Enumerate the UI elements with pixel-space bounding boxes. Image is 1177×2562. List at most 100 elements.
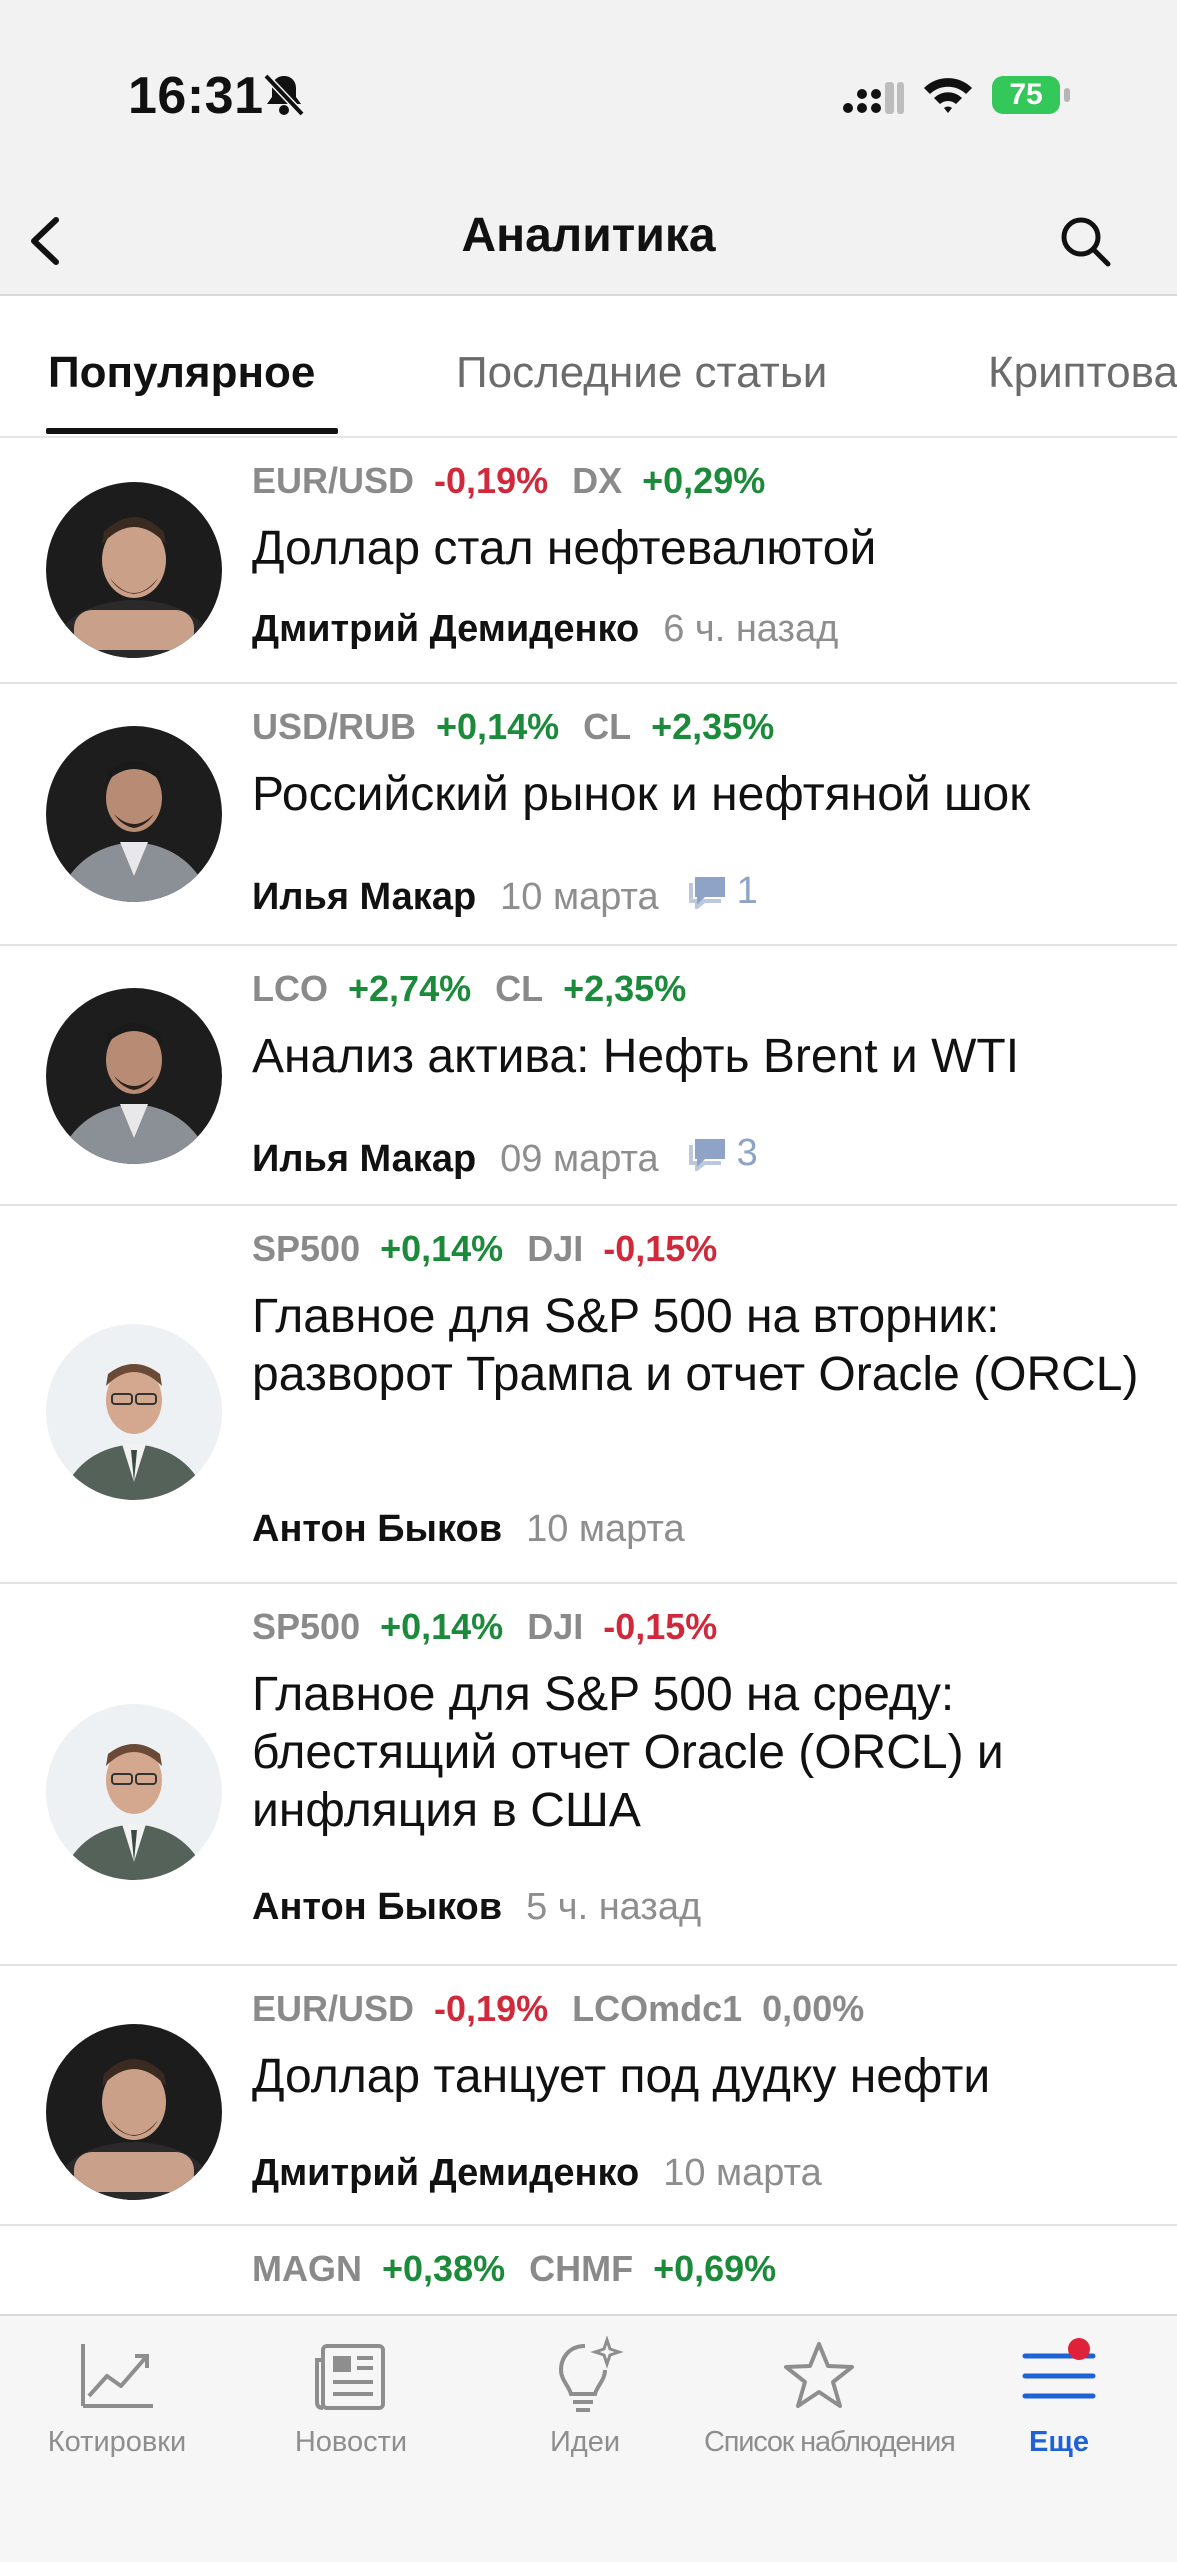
article-meta: Антон Быков 5 ч. назад: [252, 1886, 729, 1929]
article-item[interactable]: MAGN +0,38% CHMF +0,69%: [0, 2226, 1177, 2314]
article-meta: Дмитрий Демиденко 6 ч. назад: [252, 608, 866, 651]
article-title[interactable]: Главное для S&P 500 на среду: блестящий …: [252, 1666, 1152, 1840]
status-bar: 16:31 75: [0, 0, 1177, 190]
article-item[interactable]: EUR/USD -0,19% LCOmdc1 0,00% Доллар танцует…: [0, 1966, 1177, 2226]
ticker-symbol[interactable]: EUR/USD: [252, 1988, 414, 2029]
tabbar-item-ideas[interactable]: Идеи: [470, 2336, 700, 2459]
article-author[interactable]: Антон Быков: [252, 1508, 502, 1550]
category-tabs: Популярное Последние статьи Криптовалюты: [0, 296, 1177, 438]
ticker-symbol[interactable]: SP500: [252, 1606, 360, 1647]
ticker-symbol[interactable]: LCO: [252, 968, 328, 1009]
article-item[interactable]: LCO +2,74% CL +2,35% Анализ актива: Нефть B…: [0, 946, 1177, 1206]
chart-trend-icon: [81, 2344, 153, 2408]
ticker-change: +0,38%: [382, 2248, 506, 2289]
ticker-change: +0,14%: [436, 706, 560, 747]
article-title[interactable]: Главное для S&P 500 на вторник: разворот…: [252, 1288, 1152, 1404]
wifi-icon: [924, 78, 972, 113]
tab-popular[interactable]: Популярное: [48, 348, 315, 398]
ticker-change: +2,35%: [563, 968, 687, 1009]
article-date: 09 марта: [500, 1137, 659, 1180]
navigation-bar: Аналитика: [0, 190, 1177, 296]
author-avatar: [46, 1324, 222, 1500]
tabbar-label: Котировки: [47, 2426, 187, 2458]
ticker-row: SP500 +0,14% DJI -0,15%: [252, 1228, 741, 1270]
bell-muted-icon: [263, 73, 305, 117]
ticker-row: EUR/USD -0,19% LCOmdc1 0,00%: [252, 1988, 888, 2030]
tabbar-label: Идеи: [549, 2426, 621, 2458]
page-title: Аналитика: [461, 209, 716, 262]
article-title[interactable]: Российский рынок и нефтяной шок: [252, 766, 1152, 824]
ticker-symbol[interactable]: LCOmdc1: [572, 1988, 742, 2029]
ticker-row: MAGN +0,38% CHMF +0,69%: [252, 2248, 800, 2290]
article-author[interactable]: Илья Макар: [252, 1138, 476, 1180]
ticker-symbol[interactable]: SP500: [252, 1228, 360, 1269]
article-date: 10 марта: [500, 875, 659, 918]
tabbar-item-watchlist[interactable]: Список наблюдения: [704, 2336, 956, 2459]
article-title[interactable]: Анализ актива: Нефть Brent и WTI: [252, 1028, 1152, 1086]
ticker-symbol[interactable]: CL: [583, 706, 631, 747]
ticker-row: SP500 +0,14% DJI -0,15%: [252, 1606, 741, 1648]
status-time: 16:31: [128, 67, 264, 125]
tabbar-label: Список наблюдения: [704, 2426, 956, 2458]
ticker-row: EUR/USD -0,19% DX +0,29%: [252, 460, 789, 502]
comment-count-value: 3: [736, 1132, 758, 1174]
article-meta: Илья Макар 09 марта 3: [252, 1132, 758, 1181]
lightbulb-icon: [558, 2336, 624, 2412]
article-item[interactable]: USD/RUB +0,14% CL +2,35% Российский рынок и…: [0, 684, 1177, 946]
newspaper-icon: [315, 2344, 385, 2410]
article-date: 6 ч. назад: [663, 608, 839, 650]
article-item[interactable]: SP500 +0,14% DJI -0,15% Главное для S&P 500…: [0, 1584, 1177, 1966]
article-author[interactable]: Илья Макар: [252, 876, 476, 918]
ticker-change: +2,35%: [651, 706, 775, 747]
article-author[interactable]: Дмитрий Демиденко: [252, 2152, 639, 2194]
ticker-change: -0,19%: [434, 460, 549, 501]
article-author[interactable]: Антон Быков: [252, 1886, 502, 1928]
article-date: 10 марта: [663, 2152, 822, 2194]
author-avatar: [46, 482, 222, 658]
article-meta: Антон Быков 10 марта: [252, 1508, 713, 1551]
ticker-change: +0,69%: [653, 2248, 777, 2289]
tabbar-item-quotes[interactable]: Котировки: [2, 2336, 232, 2459]
comment-count[interactable]: 3: [687, 1132, 758, 1175]
comment-count[interactable]: 1: [687, 870, 758, 913]
article-item[interactable]: SP500 +0,14% DJI -0,15% Главное для S&P 500…: [0, 1206, 1177, 1584]
search-icon[interactable]: [1054, 206, 1116, 276]
bottom-tab-bar: Котировки Новости Идеи Список наблюдения: [0, 2314, 1177, 2562]
ticker-change: -0,15%: [603, 1606, 718, 1647]
ticker-symbol[interactable]: USD/RUB: [252, 706, 416, 747]
ticker-change: 0,00%: [762, 1988, 865, 2029]
ticker-change: +0,14%: [380, 1606, 504, 1647]
ticker-change: +0,14%: [380, 1228, 504, 1269]
comment-bubble-icon: [688, 1138, 725, 1171]
ticker-symbol[interactable]: DX: [572, 460, 622, 501]
article-item[interactable]: EUR/USD -0,19% DX +0,29% Доллар стал нефтев…: [0, 438, 1177, 684]
article-author[interactable]: Дмитрий Демиденко: [252, 608, 639, 650]
tabbar-label: Еще: [1029, 2426, 1089, 2458]
tabbar-item-news[interactable]: Новости: [236, 2336, 466, 2459]
ticker-symbol[interactable]: EUR/USD: [252, 460, 414, 501]
tab-latest-articles[interactable]: Последние статьи: [456, 348, 827, 398]
battery-level: 75: [992, 76, 1060, 114]
tabbar-item-more[interactable]: Еще: [944, 2336, 1174, 2459]
active-tab-indicator: [46, 428, 338, 434]
article-date: 5 ч. назад: [526, 1886, 702, 1928]
author-avatar: [46, 726, 222, 902]
author-avatar: [46, 2024, 222, 2200]
tabbar-label: Новости: [294, 2426, 408, 2458]
cellular-signal-icon: [843, 82, 904, 114]
author-avatar: [46, 1704, 222, 1880]
ticker-change: +2,74%: [348, 968, 472, 1009]
article-title[interactable]: Доллар танцует под дудку нефти: [252, 2048, 1152, 2106]
ticker-row: LCO +2,74% CL +2,35%: [252, 968, 710, 1010]
ticker-symbol[interactable]: DJI: [527, 1228, 583, 1269]
ticker-symbol[interactable]: CHMF: [529, 2248, 633, 2289]
ticker-symbol[interactable]: DJI: [527, 1606, 583, 1647]
article-meta: Дмитрий Демиденко 10 марта: [252, 2152, 850, 2195]
ticker-symbol[interactable]: CL: [495, 968, 543, 1009]
article-meta: Илья Макар 10 марта 1: [252, 870, 758, 919]
ticker-change: -0,15%: [603, 1228, 718, 1269]
ticker-row: USD/RUB +0,14% CL +2,35%: [252, 706, 798, 748]
ticker-symbol[interactable]: MAGN: [252, 2248, 362, 2289]
article-title[interactable]: Доллар стал нефтевалютой: [252, 520, 1152, 578]
tab-crypto[interactable]: Криптовалюты: [988, 348, 1177, 398]
